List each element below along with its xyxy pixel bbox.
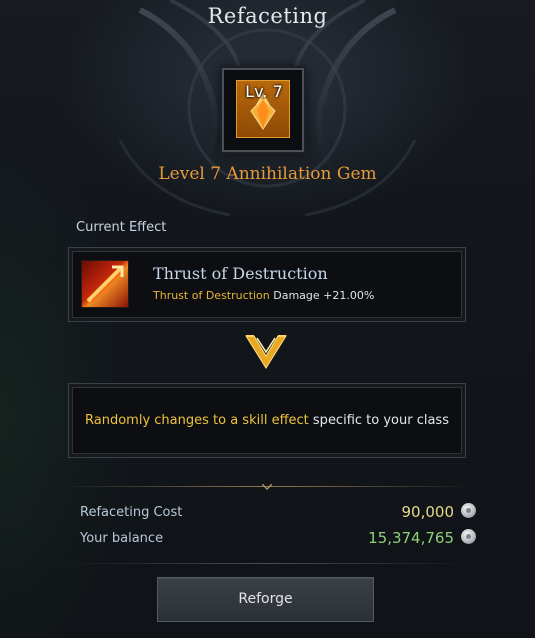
balance-row: Your balance 15,374,765 xyxy=(80,529,478,549)
gem-slot[interactable]: Lv. 7 xyxy=(222,68,304,152)
refaceting-cost-row: Refaceting Cost 90,000 xyxy=(80,503,478,523)
skill-effect-line: Thrust of Destruction Damage +21.00% xyxy=(153,289,374,302)
result-rest: specific to your class xyxy=(308,413,449,428)
balance-value: 15,374,765 xyxy=(368,529,454,547)
current-effect-box: Thrust of Destruction Thrust of Destruct… xyxy=(68,247,466,322)
reforge-button[interactable]: Reforge xyxy=(157,577,374,622)
gem-level-badge: Lv. 7 xyxy=(245,82,283,101)
refaceting-window: Refaceting Lv. 7 Level 7 Annihilation Ge… xyxy=(0,0,535,638)
result-description: Randomly changes to a skill effect speci… xyxy=(69,413,465,428)
down-arrow-icon xyxy=(245,335,287,369)
gem-name: Level 7 Annihilation Gem xyxy=(158,164,377,184)
skill-name: Thrust of Destruction xyxy=(153,264,328,283)
window-title: Refaceting xyxy=(207,4,328,28)
divider xyxy=(60,563,475,564)
refaceting-cost-value: 90,000 xyxy=(401,503,455,521)
effect-stat: Damage +21.00% xyxy=(269,289,375,302)
silver-coin-icon xyxy=(461,529,476,544)
refaceting-cost-label: Refaceting Cost xyxy=(80,505,183,520)
current-effect-label: Current Effect xyxy=(76,220,167,235)
divider-notch xyxy=(262,484,272,490)
thrust-of-destruction-skill-icon[interactable] xyxy=(81,260,129,308)
effect-skill-name: Thrust of Destruction xyxy=(153,289,270,302)
balance-label: Your balance xyxy=(80,531,164,546)
result-info-box: Randomly changes to a skill effect speci… xyxy=(68,383,466,458)
silver-coin-icon xyxy=(461,503,476,518)
result-highlight: Randomly changes to a skill effect xyxy=(85,413,309,428)
